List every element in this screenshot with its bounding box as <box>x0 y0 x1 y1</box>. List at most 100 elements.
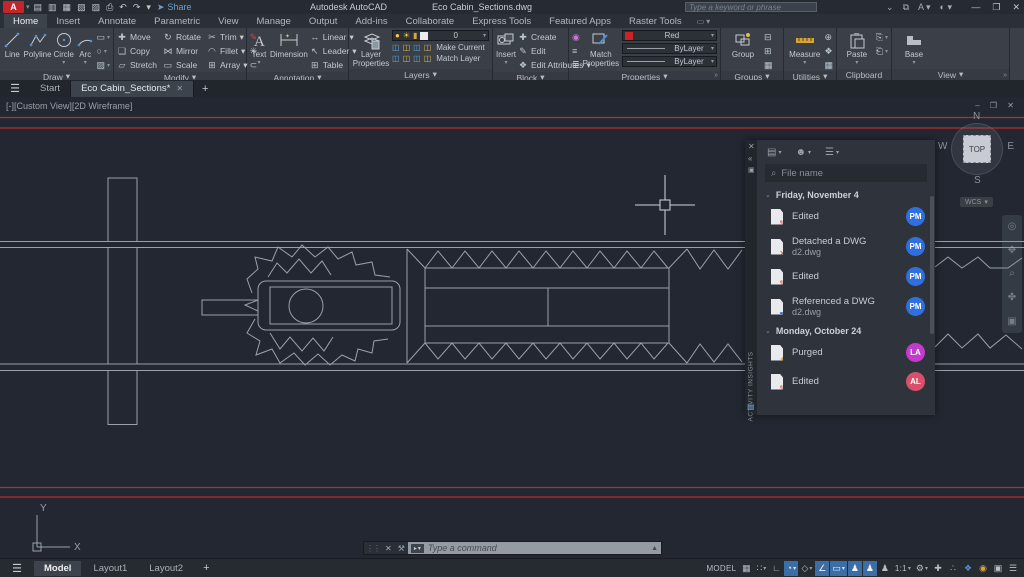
copy-clip-icon[interactable]: ⎘▾ <box>876 31 888 43</box>
list-view-icon[interactable]: ☰▾ <box>825 147 839 158</box>
minimize-button[interactable]: — <box>971 2 980 13</box>
polyline-button[interactable]: Polyline <box>24 30 52 59</box>
mirror-button[interactable]: ⋈Mirror <box>163 44 201 58</box>
viewcube-west[interactable]: W <box>938 141 947 152</box>
group-button[interactable]: Group <box>724 30 762 59</box>
wcs-dropdown[interactable]: WCS ▾ <box>960 197 993 207</box>
application-menu-caret-icon[interactable]: ▾ <box>26 3 30 11</box>
panel-label-view[interactable]: View▾» <box>892 69 1009 80</box>
filter-user-icon[interactable]: ☻▾ <box>795 147 811 158</box>
lineweight-icon[interactable]: ≡ <box>572 45 580 57</box>
clean-screen-toggle[interactable]: ▣ <box>991 561 1005 576</box>
panel-label-layers[interactable]: Layers▾ <box>349 69 492 80</box>
layer-state-icon[interactable]: ◫ <box>413 43 421 52</box>
move-button[interactable]: ✚Move <box>117 30 157 44</box>
command-recent-icon[interactable]: ▸▾ <box>411 544 424 553</box>
activity-item[interactable]: ✕Detached a DWGd2.dwgPM <box>757 231 935 262</box>
activity-item[interactable]: ✦PurgedLA <box>757 338 935 367</box>
linetype-icon[interactable]: ≣ <box>572 59 580 71</box>
application-menu-button[interactable]: A <box>3 1 24 13</box>
object-snap-toggle[interactable]: ∠ <box>815 561 829 576</box>
text-button[interactable]: AText▾ <box>250 30 268 66</box>
ribbon-tab-add-ins[interactable]: Add-ins <box>346 14 396 28</box>
linetype-combo[interactable]: ByLayer▾ <box>622 56 717 67</box>
lineweight-combo[interactable]: ByLayer▾ <box>622 43 717 54</box>
viewcube-east[interactable]: E <box>1007 141 1014 152</box>
color-wheel-icon[interactable]: ◉ <box>572 31 580 43</box>
share-button[interactable]: ➤ Share <box>157 2 192 13</box>
ribbon-tab-annotate[interactable]: Annotate <box>89 14 145 28</box>
ribbon-options-icon[interactable]: ▭▾ <box>697 14 711 28</box>
ortho-toggle[interactable]: ∟ <box>769 561 783 576</box>
palette-close-icon[interactable]: ✕ <box>748 142 755 151</box>
polar-tracking-toggle[interactable]: ◔▾ <box>784 561 798 576</box>
close-tab-icon[interactable]: ✕ <box>176 84 183 93</box>
layout-tab-layout1[interactable]: Layout1 <box>83 561 137 576</box>
group-edit-icon[interactable]: ⊞ <box>764 45 773 57</box>
help-search-input[interactable]: Type a keyword or phrase <box>685 2 817 12</box>
command-expand-icon[interactable]: ▲ <box>651 545 658 552</box>
redo-icon[interactable]: ▾ <box>146 2 151 13</box>
circle-button[interactable]: Circle▾ <box>54 30 74 66</box>
card-view-icon[interactable]: ▤▾ <box>767 147 781 158</box>
autodesk-a-icon[interactable]: A ▾ <box>918 2 931 13</box>
layout-tab-layout2[interactable]: Layout2 <box>139 561 193 576</box>
scale-button[interactable]: ▭Scale <box>163 58 201 72</box>
layout-tab-model[interactable]: Model <box>34 561 81 576</box>
pan-icon[interactable]: ✥ <box>1008 245 1016 256</box>
group-select-icon[interactable]: ▦ <box>764 59 773 71</box>
command-drag-handle[interactable]: ⋮⋮ <box>364 544 382 553</box>
activity-scrollbar[interactable] <box>930 196 934 334</box>
activity-date-header[interactable]: ⌄Friday, November 4 <box>757 186 935 202</box>
file-tab-eco-cabin-sections-[interactable]: Eco Cabin_Sections*✕ <box>71 81 194 97</box>
help-icon[interactable]: ◐ ▾ <box>940 2 952 13</box>
quick-calc-icon[interactable]: ▦ <box>824 59 833 71</box>
annotation-autoscale-toggle[interactable]: ♟ <box>863 561 877 576</box>
file-tab-start[interactable]: Start <box>30 81 71 97</box>
palette-properties-icon[interactable]: ▣ <box>748 166 755 174</box>
layer-state-icon[interactable]: ◫ <box>424 43 432 52</box>
activity-item[interactable]: ✎EditedPM <box>757 202 935 231</box>
layer-state-icon[interactable]: ◫ <box>403 43 411 52</box>
layer-state-icon[interactable]: ◫ <box>392 43 400 52</box>
array-button[interactable]: ⊞Array▾ <box>207 58 248 72</box>
quick-select-icon[interactable]: ❖ <box>824 45 833 57</box>
rotate-button[interactable]: ↻Rotate <box>163 30 201 44</box>
dialog-launcher-icon[interactable]: » <box>1003 72 1007 79</box>
restore-button[interactable]: ❐ <box>992 2 1000 13</box>
dialog-launcher-icon[interactable]: » <box>714 72 718 79</box>
command-close-icon[interactable]: ✕ <box>382 544 395 553</box>
ribbon-tab-view[interactable]: View <box>209 14 247 28</box>
activity-item[interactable]: ✎EditedPM <box>757 262 935 291</box>
model-space-toggle[interactable]: MODEL <box>704 561 738 576</box>
make-current-button[interactable]: Make Current <box>436 43 484 52</box>
arc-button[interactable]: Arc▾ <box>76 30 95 66</box>
orbit-icon[interactable]: ✤ <box>1008 292 1016 303</box>
command-line-dock[interactable]: ⋮⋮ ✕ ⚒ ▸▾ Type a command ▲ <box>363 541 662 555</box>
graphics-performance[interactable]: ❖ <box>961 561 975 576</box>
customization-menu[interactable]: ☰ <box>1006 561 1020 576</box>
activity-item[interactable]: ✒Referenced a DWGd2.dwgPM <box>757 291 935 322</box>
cart-icon[interactable]: ⧉ <box>903 2 909 13</box>
zoom-icon[interactable]: ⌕ <box>1009 268 1015 279</box>
layer-properties-button[interactable]: Layer Properties <box>352 30 390 68</box>
palette-autohide-icon[interactable]: « <box>748 154 752 163</box>
ungroup-icon[interactable]: ⊟ <box>764 31 773 43</box>
viewcube-south[interactable]: S <box>974 175 981 186</box>
open-file-icon[interactable]: ▥ <box>48 2 57 13</box>
units-indicator[interactable]: ∴ <box>946 561 960 576</box>
workspace-switching[interactable]: ⚙▾ <box>914 561 930 576</box>
trusted-autoload[interactable]: ◉ <box>976 561 990 576</box>
layer-state-icon[interactable]: ◫ <box>392 54 400 63</box>
isodraft-toggle[interactable]: ◇▾ <box>799 561 814 576</box>
ribbon-tab-manage[interactable]: Manage <box>248 14 300 28</box>
command-input[interactable]: ▸▾ Type a command ▲ <box>408 542 661 554</box>
measure-button[interactable]: Measure▾ <box>787 30 822 66</box>
viewcube[interactable]: TOP N S W E WCS ▾ <box>948 113 1006 189</box>
sheet-set-icon[interactable]: ⎙ <box>106 2 113 13</box>
fillet-button[interactable]: ◠Fillet▾ <box>207 44 248 58</box>
save-icon[interactable]: ▦ <box>63 2 72 13</box>
base-button[interactable]: Base▾ <box>895 30 933 66</box>
viewport-window-buttons[interactable]: – ❐ ✕ <box>975 101 1018 110</box>
layer-state-icon[interactable]: ◫ <box>413 54 421 63</box>
